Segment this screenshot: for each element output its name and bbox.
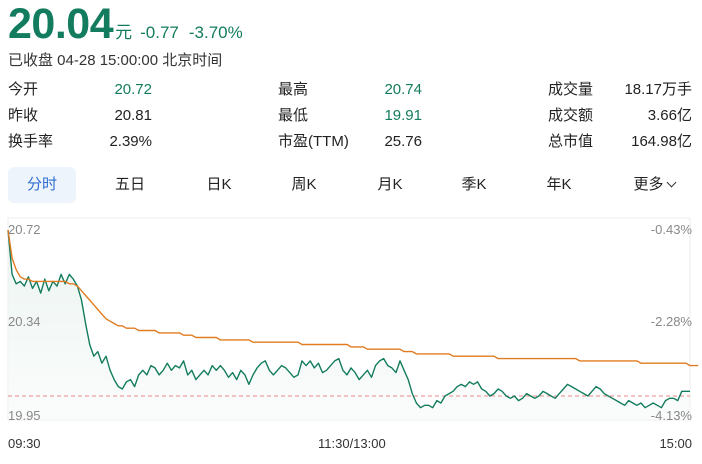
stat-label-pe: 市盈(TTM): [278, 133, 349, 150]
x-axis-label-open: 09:30: [8, 436, 41, 451]
stat-value-volume: 18.17万手: [624, 81, 692, 98]
price-change: -0.77: [140, 23, 179, 42]
tab-more[interactable]: 更多: [614, 167, 694, 203]
tab-yearly-k[interactable]: 年K: [529, 167, 589, 203]
price-change-percent: -3.70%: [188, 23, 243, 42]
stat-value-low: 19.91: [384, 107, 422, 124]
y-axis-label-bottom: 19.95: [8, 408, 41, 423]
stat-value-pe: 25.76: [384, 133, 422, 150]
stat-label-low: 最低: [278, 107, 309, 124]
stat-label-turnover-rate: 换手率: [8, 133, 54, 150]
tab-five-day[interactable]: 五日: [100, 167, 160, 203]
market-status: 已收盘 04-28 15:00:00 北京时间: [8, 52, 223, 69]
stat-value-high: 20.74: [384, 81, 422, 98]
intraday-chart-svg: [7, 217, 699, 421]
price-unit: 元: [115, 23, 133, 42]
stat-label-turnover: 成交额: [548, 107, 594, 124]
chevron-down-icon: [666, 177, 676, 188]
last-price: 20.04: [8, 0, 114, 48]
stat-value-turnover: 3.66亿: [647, 107, 692, 124]
quote-header: 20.04 元 -0.77 -3.70%: [8, 0, 243, 48]
y-axis-pct-top: -0.43%: [650, 222, 692, 237]
stats-row: 换手率 2.39% 市盈(TTM) 25.76 总市值 164.98亿: [0, 128, 702, 156]
stat-value-turnover-rate: 2.39%: [109, 133, 152, 150]
stat-label-high: 最高: [278, 81, 309, 98]
y-axis-pct-mid: -2.28%: [650, 314, 692, 329]
stat-value-open: 20.72: [114, 81, 152, 98]
price-area-fill: [8, 230, 690, 420]
stat-label-open: 今开: [8, 81, 39, 98]
x-axis-label-midday: 11:30/13:00: [318, 436, 386, 451]
stats-row: 今开 20.72 最高 20.74 成交量 18.17万手: [0, 76, 702, 104]
stat-value-market-cap: 164.98亿: [631, 133, 692, 150]
stat-label-prev-close: 昨收: [8, 107, 39, 124]
x-axis-label-close: 15:00: [659, 436, 692, 451]
tab-more-label: 更多: [633, 176, 664, 193]
stat-value-prev-close: 20.81: [114, 107, 152, 124]
period-tabs: 分时 五日 日K 周K 月K 季K 年K 更多: [8, 167, 694, 203]
y-axis-label-mid: 20.34: [8, 314, 41, 329]
tab-monthly-k[interactable]: 月K: [360, 167, 420, 203]
intraday-chart[interactable]: 20.72 20.34 19.95 -0.43% -2.28% -4.13% 0…: [0, 214, 702, 459]
stats-row: 昨收 20.81 最低 19.91 成交额 3.66亿: [0, 102, 702, 130]
tab-intraday[interactable]: 分时: [8, 167, 76, 203]
y-axis-label-top: 20.72: [8, 222, 41, 237]
y-axis-pct-bottom: -4.13%: [650, 408, 692, 423]
stat-label-market-cap: 总市值: [548, 133, 594, 150]
tab-daily-k[interactable]: 日K: [189, 167, 249, 203]
stat-label-volume: 成交量: [548, 81, 594, 98]
average-price-line: [7, 229, 699, 367]
tab-quarterly-k[interactable]: 季K: [444, 167, 504, 203]
tab-weekly-k[interactable]: 周K: [274, 167, 334, 203]
